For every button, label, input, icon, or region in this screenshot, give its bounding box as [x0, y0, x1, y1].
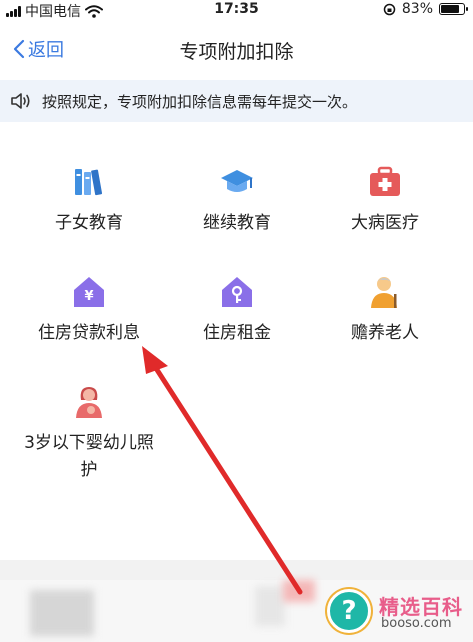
- elder-icon: [371, 277, 397, 308]
- notice-banner: 按照规定，专项附加扣除信息需每年提交一次。: [0, 80, 473, 122]
- item-housing-rent[interactable]: 住房租金: [158, 274, 316, 347]
- graduation-cap-icon: [221, 170, 253, 192]
- blurred-area: [283, 580, 315, 602]
- item-label: 子女教育: [55, 213, 123, 233]
- notice-text: 按照规定，专项附加扣除信息需每年提交一次。: [42, 92, 358, 111]
- section-divider: [0, 560, 473, 580]
- item-label: 继续教育: [203, 213, 271, 233]
- svg-text:¥: ¥: [84, 289, 93, 304]
- books-icon: [75, 169, 103, 196]
- item-label: 住房贷款利息: [38, 323, 140, 343]
- item-housing-loan-interest[interactable]: ¥ 住房贷款利息: [10, 274, 168, 347]
- blurred-area: [30, 590, 94, 636]
- item-label: 住房租金: [203, 323, 271, 343]
- item-elderly-support[interactable]: 赡养老人: [306, 274, 464, 347]
- item-continuing-education[interactable]: 继续教育: [158, 164, 316, 237]
- status-bar: 中国电信 17:35 83%: [0, 0, 473, 20]
- item-infant-care[interactable]: 3岁以下婴幼儿照护: [10, 384, 168, 484]
- nav-bar: 返回 专项附加扣除: [0, 24, 473, 74]
- house-yuan-icon: ¥: [74, 277, 104, 307]
- item-serious-illness[interactable]: 大病医疗: [306, 164, 464, 237]
- blurred-area: [255, 586, 285, 626]
- battery-percent: 83%: [401, 1, 433, 17]
- watermark: ? 精选百科 booso.com: [317, 585, 467, 637]
- page-title: 专项附加扣除: [179, 41, 294, 63]
- battery-icon: [439, 3, 468, 15]
- item-label: 赡养老人: [351, 323, 419, 343]
- item-label: 3岁以下婴幼儿照护: [24, 433, 154, 480]
- question-icon: ?: [327, 589, 371, 633]
- item-child-education[interactable]: 子女教育: [10, 164, 168, 237]
- speaker-icon: [11, 93, 30, 109]
- medical-kit-icon: [370, 166, 400, 196]
- watermark-site: booso.com: [381, 616, 452, 631]
- item-label: 大病医疗: [351, 213, 419, 233]
- house-key-icon: [222, 277, 252, 307]
- mother-baby-icon: [76, 387, 102, 418]
- status-right: 83%: [383, 1, 468, 17]
- rotation-lock-icon: [383, 3, 396, 15]
